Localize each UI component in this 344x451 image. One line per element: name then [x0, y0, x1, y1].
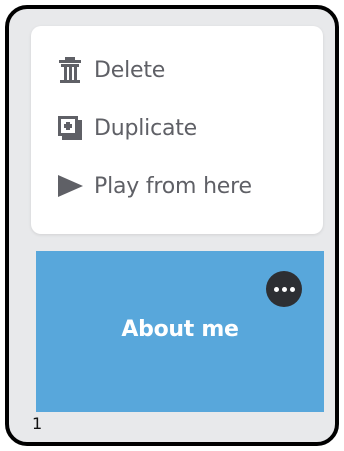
duplicate-label: Duplicate: [94, 115, 198, 141]
more-horizontal-icon: [273, 286, 279, 292]
duplicate-menu-item[interactable]: Duplicate: [55, 108, 197, 148]
delete-menu-item[interactable]: Delete: [55, 50, 165, 90]
duplicate-icon: [55, 113, 85, 143]
delete-label: Delete: [94, 57, 166, 83]
slide-number: 1: [32, 414, 43, 433]
play-icon: [55, 171, 85, 201]
context-menu: Delete Duplicate Play from here: [31, 26, 323, 234]
play-from-here-label: Play from here: [94, 173, 252, 199]
more-options-button[interactable]: [266, 271, 302, 307]
play-from-here-menu-item[interactable]: Play from here: [55, 166, 252, 206]
slide-title: About me: [121, 317, 239, 342]
slide-thumbnail[interactable]: About me: [36, 251, 324, 412]
trash-icon: [55, 55, 85, 85]
